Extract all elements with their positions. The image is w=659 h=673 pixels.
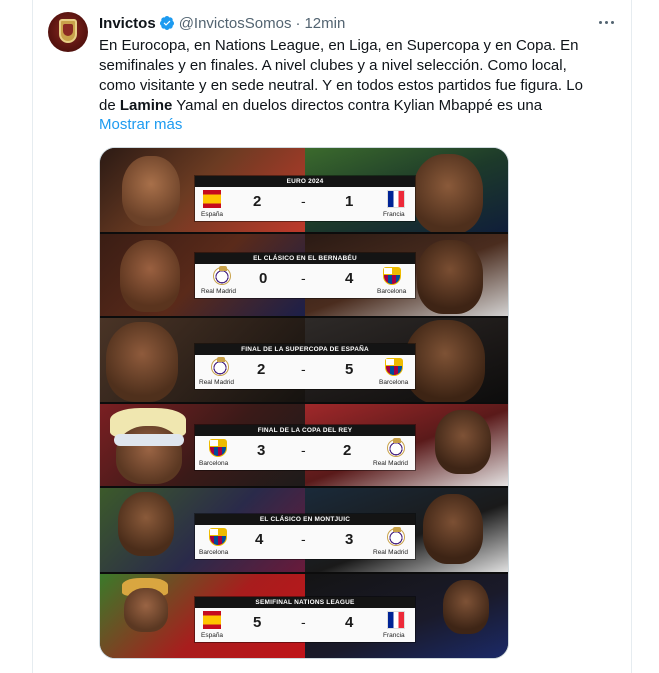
away-team: Real Madrid	[373, 460, 409, 467]
spain-flag-icon	[203, 611, 221, 629]
barcelona-crest-icon	[383, 267, 401, 285]
away-score: 4	[345, 270, 354, 287]
score-separator: -	[301, 361, 306, 377]
home-score: 5	[253, 614, 262, 631]
score-separator: -	[301, 270, 306, 286]
barcelona-crest-icon	[385, 358, 403, 376]
author-name[interactable]: Invictos	[99, 15, 156, 32]
match-row: EURO 2024 España 2 - 1 Francia	[100, 148, 508, 234]
match-title: EURO 2024	[195, 176, 415, 187]
author-handle[interactable]: @InvictosSomos	[179, 15, 292, 32]
scoreboard: EL CLÁSICO EN EL BERNABÉU Real Madrid 0 …	[195, 253, 415, 298]
away-team: Real Madrid	[373, 549, 409, 556]
home-score: 0	[259, 270, 268, 287]
avatar-crest-inner	[63, 24, 73, 36]
barcelona-crest-icon	[209, 528, 227, 546]
away-score: 5	[345, 361, 354, 378]
real-madrid-crest-icon	[387, 438, 405, 457]
match-row: FINAL DE LA SUPERCOPA DE ESPAÑA Real Mad…	[100, 318, 508, 404]
match-row: EL CLÁSICO EN MONTJUIC Barcelona 4 - 3 R…	[100, 488, 508, 574]
verified-badge-icon	[159, 16, 174, 30]
author-avatar[interactable]	[48, 12, 88, 52]
france-flag-icon	[387, 611, 405, 629]
score-separator: -	[301, 531, 306, 547]
tweet-text-bold: Lamine	[119, 97, 173, 114]
spain-flag-icon	[203, 190, 221, 208]
tweet-text-part-2: Yamal en duelos directos contra Kylian M…	[172, 97, 543, 114]
match-row: FINAL DE LA COPA DEL REY Barcelona 3 - 2…	[100, 404, 508, 488]
home-team: España	[201, 632, 224, 639]
match-title: EL CLÁSICO EN EL BERNABÉU	[195, 253, 415, 264]
match-title: EL CLÁSICO EN MONTJUIC	[195, 514, 415, 525]
home-score: 4	[255, 531, 264, 548]
header-separator: ·	[295, 14, 301, 32]
real-madrid-crest-icon	[211, 357, 229, 376]
home-team: España	[201, 211, 224, 218]
away-score: 3	[345, 531, 354, 548]
score-separator: -	[301, 193, 306, 209]
scoreboard: FINAL DE LA SUPERCOPA DE ESPAÑA Real Mad…	[195, 344, 415, 389]
tweet-body: En Eurocopa, en Nations League, en Liga,…	[99, 36, 599, 116]
match-title: FINAL DE LA SUPERCOPA DE ESPAÑA	[195, 344, 415, 355]
scoreboard: EL CLÁSICO EN MONTJUIC Barcelona 4 - 3 R…	[195, 514, 415, 559]
home-team: Barcelona	[199, 549, 229, 556]
more-options-icon[interactable]	[596, 12, 616, 32]
tweet-image[interactable]: EURO 2024 España 2 - 1 Francia EL CLÁSIC…	[99, 147, 509, 659]
show-more-link[interactable]: Mostrar más	[99, 116, 182, 133]
away-team: Francia	[383, 632, 405, 639]
match-title: SEMIFINAL NATIONS LEAGUE	[195, 597, 415, 608]
scoreboard: FINAL DE LA COPA DEL REY Barcelona 3 - 2…	[195, 425, 415, 470]
tweet-timestamp[interactable]: 12min	[304, 15, 345, 32]
away-team: Francia	[383, 211, 405, 218]
france-flag-icon	[387, 190, 405, 208]
match-title: FINAL DE LA COPA DEL REY	[195, 425, 415, 436]
match-row: SEMIFINAL NATIONS LEAGUE España 5 - 4 Fr…	[100, 574, 508, 658]
home-score: 2	[253, 193, 262, 210]
match-row: EL CLÁSICO EN EL BERNABÉU Real Madrid 0 …	[100, 234, 508, 318]
scoreboard: SEMIFINAL NATIONS LEAGUE España 5 - 4 Fr…	[195, 597, 415, 642]
real-madrid-crest-icon	[213, 266, 231, 285]
barcelona-crest-icon	[209, 439, 227, 457]
away-score: 1	[345, 193, 354, 210]
away-team: Barcelona	[377, 288, 407, 295]
home-team: Real Madrid	[201, 288, 237, 295]
away-team: Barcelona	[379, 379, 409, 386]
home-team: Barcelona	[199, 460, 229, 467]
scoreboard: EURO 2024 España 2 - 1 Francia	[195, 176, 415, 221]
away-score: 4	[345, 614, 354, 631]
home-team: Real Madrid	[199, 379, 235, 386]
score-separator: -	[301, 442, 306, 458]
real-madrid-crest-icon	[387, 527, 405, 546]
away-score: 2	[343, 442, 352, 459]
tweet-header: Invictos @InvictosSomos · 12min	[99, 13, 345, 33]
score-separator: -	[301, 614, 306, 630]
home-score: 3	[257, 442, 266, 459]
home-score: 2	[257, 361, 266, 378]
